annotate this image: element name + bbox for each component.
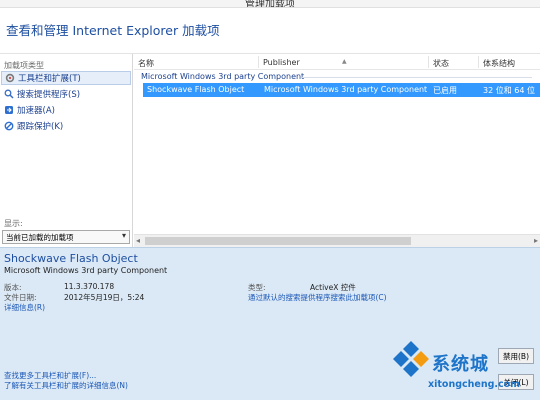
scroll-left-icon[interactable]: ◂ bbox=[136, 236, 140, 245]
type-label: 搜索提供程序(S) bbox=[17, 90, 81, 100]
watermark-url: xitongcheng.com bbox=[428, 379, 521, 390]
row-publisher: Microsoft Windows 3rd party Component bbox=[264, 85, 428, 94]
addon-types-pane: 加载项类型 工具栏和扩展(T) 搜索提供程序(S) 加速器(A) 跟踪保护(K) bbox=[0, 54, 133, 247]
show-label: 显示: bbox=[4, 219, 23, 228]
addon-list: 名称 Publisher ▲ 状态 体系结构 Microsoft Windows… bbox=[134, 54, 540, 247]
search-addon-link[interactable]: 通过默认的搜索提供程序搜索此加载项(C) bbox=[248, 292, 387, 303]
header: 查看和管理 Internet Explorer 加载项 bbox=[0, 8, 540, 54]
column-header: 名称 Publisher ▲ 状态 体系结构 bbox=[134, 54, 540, 70]
accelerator-icon bbox=[4, 105, 14, 115]
type-label: 跟踪保护(K) bbox=[17, 122, 64, 132]
watermark-text: 系统城 bbox=[432, 354, 489, 375]
type-search-providers[interactable]: 搜索提供程序(S) bbox=[1, 87, 131, 101]
title-bar: 管理加载项 bbox=[0, 0, 540, 8]
more-info-link[interactable]: 详细信息(R) bbox=[4, 302, 45, 313]
gear-icon bbox=[5, 73, 15, 83]
addon-name: Shockwave Flash Object bbox=[4, 252, 138, 265]
page-title: 查看和管理 Internet Explorer 加载项 bbox=[6, 23, 220, 38]
horizontal-scrollbar[interactable]: ◂ ▸ bbox=[134, 234, 540, 247]
row-status: 已启用 bbox=[433, 86, 457, 95]
group-header: Microsoft Windows 3rd party Component bbox=[141, 72, 305, 81]
date-value: 2012年5月19日，5:24 bbox=[64, 293, 145, 302]
scroll-right-icon[interactable]: ▸ bbox=[534, 236, 538, 245]
sort-arrow-icon: ▲ bbox=[342, 58, 347, 65]
row-name: Shockwave Flash Object bbox=[147, 85, 245, 94]
manage-addons-window: 管理加载项 查看和管理 Internet Explorer 加载项 加载项类型 … bbox=[0, 0, 540, 400]
watermark: 系统城 xitongcheng.com bbox=[388, 332, 540, 400]
type-toolbars-extensions[interactable]: 工具栏和扩展(T) bbox=[1, 71, 131, 85]
column-publisher[interactable]: Publisher bbox=[263, 58, 300, 67]
scrollbar-thumb[interactable] bbox=[145, 237, 411, 245]
search-icon bbox=[4, 89, 14, 99]
type-label: 加速器(A) bbox=[17, 106, 55, 116]
watermark-logo-icon bbox=[393, 341, 429, 377]
version-value: 11.3.370.178 bbox=[64, 282, 115, 291]
group-divider bbox=[302, 77, 532, 78]
show-dropdown[interactable]: 当前已加载的加载项 ▾ bbox=[2, 230, 130, 244]
block-icon bbox=[4, 121, 14, 131]
type-label: 工具栏和扩展(T) bbox=[18, 74, 81, 84]
table-row[interactable]: Shockwave Flash Object Microsoft Windows… bbox=[143, 83, 540, 97]
addon-types-label: 加载项类型 bbox=[4, 61, 44, 70]
type-tracking-protection[interactable]: 跟踪保护(K) bbox=[1, 119, 131, 133]
type-accelerators[interactable]: 加速器(A) bbox=[1, 103, 131, 117]
window-title: 管理加载项 bbox=[245, 0, 295, 8]
column-architecture[interactable]: 体系结构 bbox=[483, 58, 515, 69]
row-architecture: 32 位和 64 位 bbox=[483, 86, 535, 95]
learn-more-link[interactable]: 了解有关工具栏和扩展的详细信息(N) bbox=[4, 380, 128, 391]
addon-publisher: Microsoft Windows 3rd party Component bbox=[4, 266, 168, 275]
chevron-down-icon: ▾ bbox=[121, 231, 126, 240]
show-dropdown-value: 当前已加载的加载项 bbox=[6, 232, 74, 242]
column-name[interactable]: 名称 bbox=[138, 58, 154, 69]
column-status[interactable]: 状态 bbox=[433, 58, 449, 69]
